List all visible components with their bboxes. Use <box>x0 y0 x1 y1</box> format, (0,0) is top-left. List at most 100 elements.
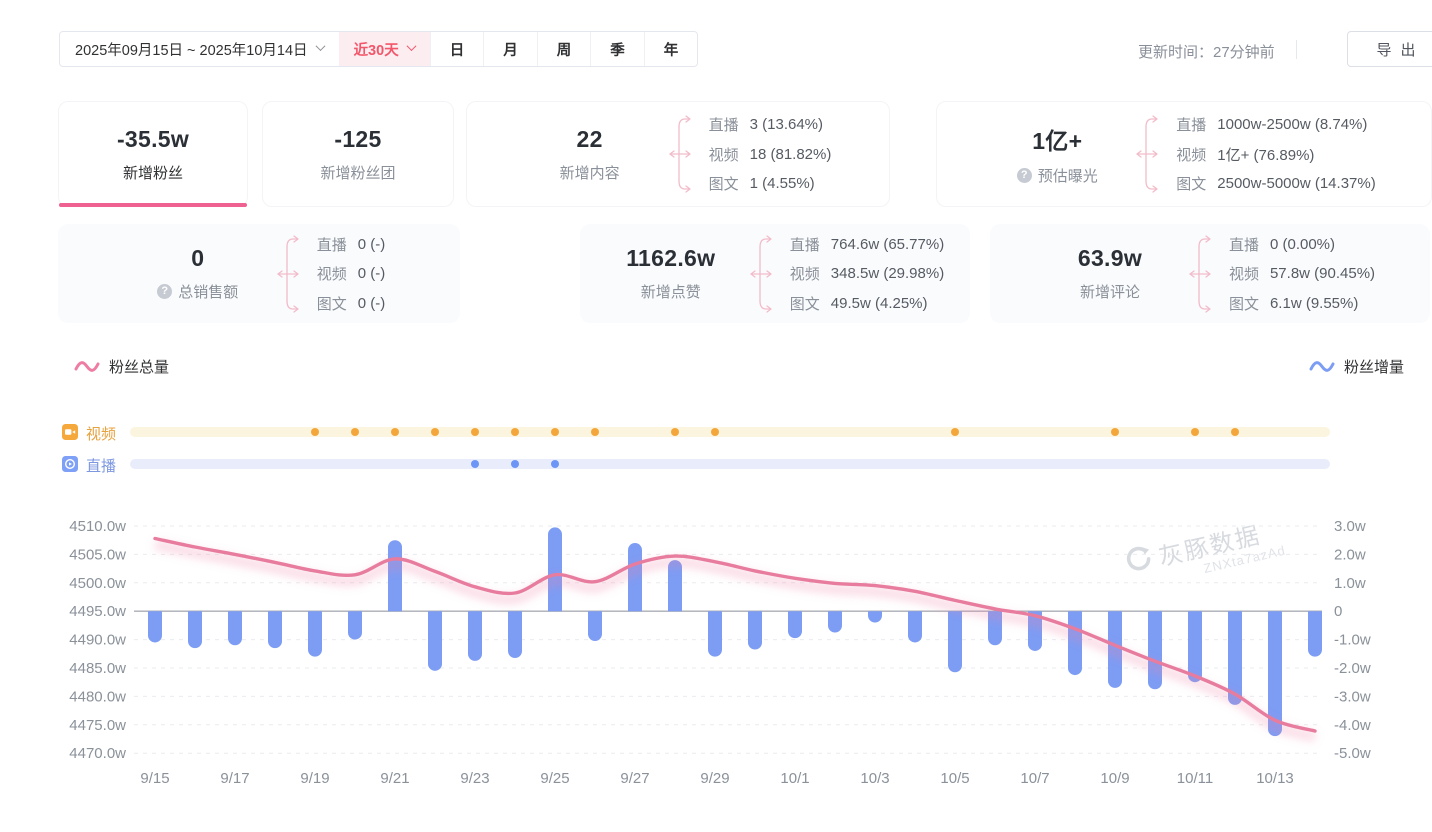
video-track-label: 视频 <box>86 423 116 444</box>
video-event-dot[interactable] <box>711 428 719 436</box>
card-total-sales[interactable]: 0 总销售额 直播0 (-) 视频0 (-) 图文0 (-) <box>58 224 460 323</box>
increment-bar-9/28[interactable] <box>668 560 682 611</box>
left-axis-tick: 4480.0w <box>69 688 126 705</box>
increment-bar-9/16[interactable] <box>188 611 202 648</box>
live-event-dot[interactable] <box>551 460 559 468</box>
video-event-dot[interactable] <box>671 428 679 436</box>
video-event-dot[interactable] <box>951 428 959 436</box>
stat-label: 新增评论 <box>1045 281 1175 302</box>
breakdown-row: 视频18 (81.82%) <box>709 144 832 165</box>
card-new-likes[interactable]: 1162.6w 新增点赞 直播764.6w (65.77%) 视频348.5w … <box>580 224 970 323</box>
legend-total-fans[interactable]: 粉丝总量 <box>74 356 169 377</box>
x-axis-tick: 10/9 <box>1100 770 1129 787</box>
increment-bar-9/20[interactable] <box>348 611 362 639</box>
increment-bar-10/1[interactable] <box>788 611 802 638</box>
increment-bar-9/18[interactable] <box>268 611 282 648</box>
increment-bar-10/8[interactable] <box>1068 611 1082 675</box>
x-axis-tick: 10/3 <box>860 770 889 787</box>
tab-month[interactable]: 月 <box>483 32 537 66</box>
tab-day[interactable]: 日 <box>430 32 484 66</box>
increment-bar-9/30[interactable] <box>748 611 762 649</box>
card-new-content[interactable]: 22 新增内容 直播3 (13.64%) 视频18 (81.82%) 图文1 (… <box>466 101 890 207</box>
x-axis-tick: 9/21 <box>380 770 409 787</box>
legend-fan-increment[interactable]: 粉丝增量 <box>1309 356 1404 377</box>
tab-quarter[interactable]: 季 <box>590 32 644 66</box>
video-event-dot[interactable] <box>591 428 599 436</box>
video-event-dot[interactable] <box>511 428 519 436</box>
help-icon[interactable] <box>157 284 172 299</box>
fans-trend-chart[interactable]: 4510.0w3.0w4505.0w2.0w4500.0w1.0w4495.0w… <box>0 505 1432 815</box>
increment-bar-10/14[interactable] <box>1308 611 1322 656</box>
increment-bar-10/10[interactable] <box>1148 611 1162 689</box>
stat-block: -125 新增粉丝团 <box>293 126 423 183</box>
total-fans-line[interactable] <box>155 539 1315 732</box>
increment-bar-9/25[interactable] <box>548 527 562 611</box>
increment-bar-9/29[interactable] <box>708 611 722 656</box>
x-axis-tick: 9/15 <box>140 770 169 787</box>
x-axis-tick: 9/19 <box>300 770 329 787</box>
export-button[interactable]: 导出 <box>1347 31 1432 67</box>
video-event-dot[interactable] <box>471 428 479 436</box>
breakdown-row: 视频348.5w (29.98%) <box>790 263 944 284</box>
video-event-dot[interactable] <box>1191 428 1199 436</box>
video-event-dot[interactable] <box>431 428 439 436</box>
right-axis-tick: -4.0w <box>1334 717 1371 734</box>
breakdown-connector-icon <box>750 232 776 316</box>
breakdown-list: 直播0 (-) 视频0 (-) 图文0 (-) <box>317 233 386 315</box>
video-event-dot[interactable] <box>1111 428 1119 436</box>
video-event-dot[interactable] <box>351 428 359 436</box>
stat-block: 1亿+ 预估曝光 <box>992 122 1122 186</box>
live-event-dot[interactable] <box>511 460 519 468</box>
right-axis-tick: 3.0w <box>1334 518 1366 535</box>
chart-canvas[interactable]: 4510.0w3.0w4505.0w2.0w4500.0w1.0w4495.0w… <box>0 505 1432 815</box>
selected-indicator <box>59 203 247 207</box>
increment-bar-10/5[interactable] <box>948 611 962 672</box>
video-event-dot[interactable] <box>311 428 319 436</box>
breakdown-row: 图文0 (-) <box>317 293 386 314</box>
increment-bar-9/24[interactable] <box>508 611 522 658</box>
right-axis-tick: 1.0w <box>1334 575 1366 592</box>
video-event-dot[interactable] <box>1231 428 1239 436</box>
left-axis-tick: 4470.0w <box>69 745 126 762</box>
x-axis-tick: 9/29 <box>700 770 729 787</box>
breakdown-row: 直播3 (13.64%) <box>709 114 832 135</box>
increment-bar-9/19[interactable] <box>308 611 322 656</box>
date-range-text: 2025年09月15日 ~ 2025年10月14日 <box>75 39 308 60</box>
card-new-comments[interactable]: 63.9w 新增评论 直播0 (0.00%) 视频57.8w (90.45%) … <box>990 224 1430 323</box>
video-event-dot[interactable] <box>551 428 559 436</box>
video-events-track: 视频 <box>0 424 1432 440</box>
x-axis-tick: 10/11 <box>1177 770 1213 787</box>
card-new-fanclub[interactable]: -125 新增粉丝团 <box>262 101 454 207</box>
left-axis-tick: 4475.0w <box>69 717 126 734</box>
divider <box>1296 40 1297 59</box>
quick-range-30d[interactable]: 近30天 <box>339 32 430 66</box>
card-estimated-exposure[interactable]: 1亿+ 预估曝光 直播1000w-2500w (8.74%) 视频1亿+ (76… <box>936 101 1432 207</box>
x-axis-tick: 9/17 <box>220 770 249 787</box>
increment-bar-10/2[interactable] <box>828 611 842 632</box>
increment-bar-9/26[interactable] <box>588 611 602 641</box>
increment-bar-9/23[interactable] <box>468 611 482 661</box>
breakdown-row: 视频0 (-) <box>317 263 386 284</box>
x-axis-tick: 9/23 <box>460 770 489 787</box>
increment-bar-10/3[interactable] <box>868 611 882 622</box>
stat-label: 总销售额 <box>133 281 263 302</box>
live-event-dot[interactable] <box>471 460 479 468</box>
tab-week[interactable]: 周 <box>537 32 591 66</box>
stat-value: 63.9w <box>1045 245 1175 272</box>
video-event-dot[interactable] <box>391 428 399 436</box>
increment-bar-9/21[interactable] <box>388 540 402 611</box>
increment-bar-9/22[interactable] <box>428 611 442 671</box>
increment-bar-9/15[interactable] <box>148 611 162 642</box>
right-axis-tick: -5.0w <box>1334 745 1371 762</box>
help-icon[interactable] <box>1017 168 1032 183</box>
date-range-picker[interactable]: 2025年09月15日 ~ 2025年10月14日 <box>60 32 339 66</box>
increment-bar-10/11[interactable] <box>1188 611 1202 682</box>
card-new-fans[interactable]: -35.5w 新增粉丝 <box>58 101 248 207</box>
increment-bar-9/27[interactable] <box>628 543 642 611</box>
stat-value: 0 <box>133 245 263 272</box>
increment-bar-10/4[interactable] <box>908 611 922 642</box>
increment-bar-9/17[interactable] <box>228 611 242 645</box>
stat-label: 新增粉丝团 <box>293 162 423 183</box>
tab-year[interactable]: 年 <box>644 32 698 66</box>
chevron-down-icon <box>315 41 325 51</box>
